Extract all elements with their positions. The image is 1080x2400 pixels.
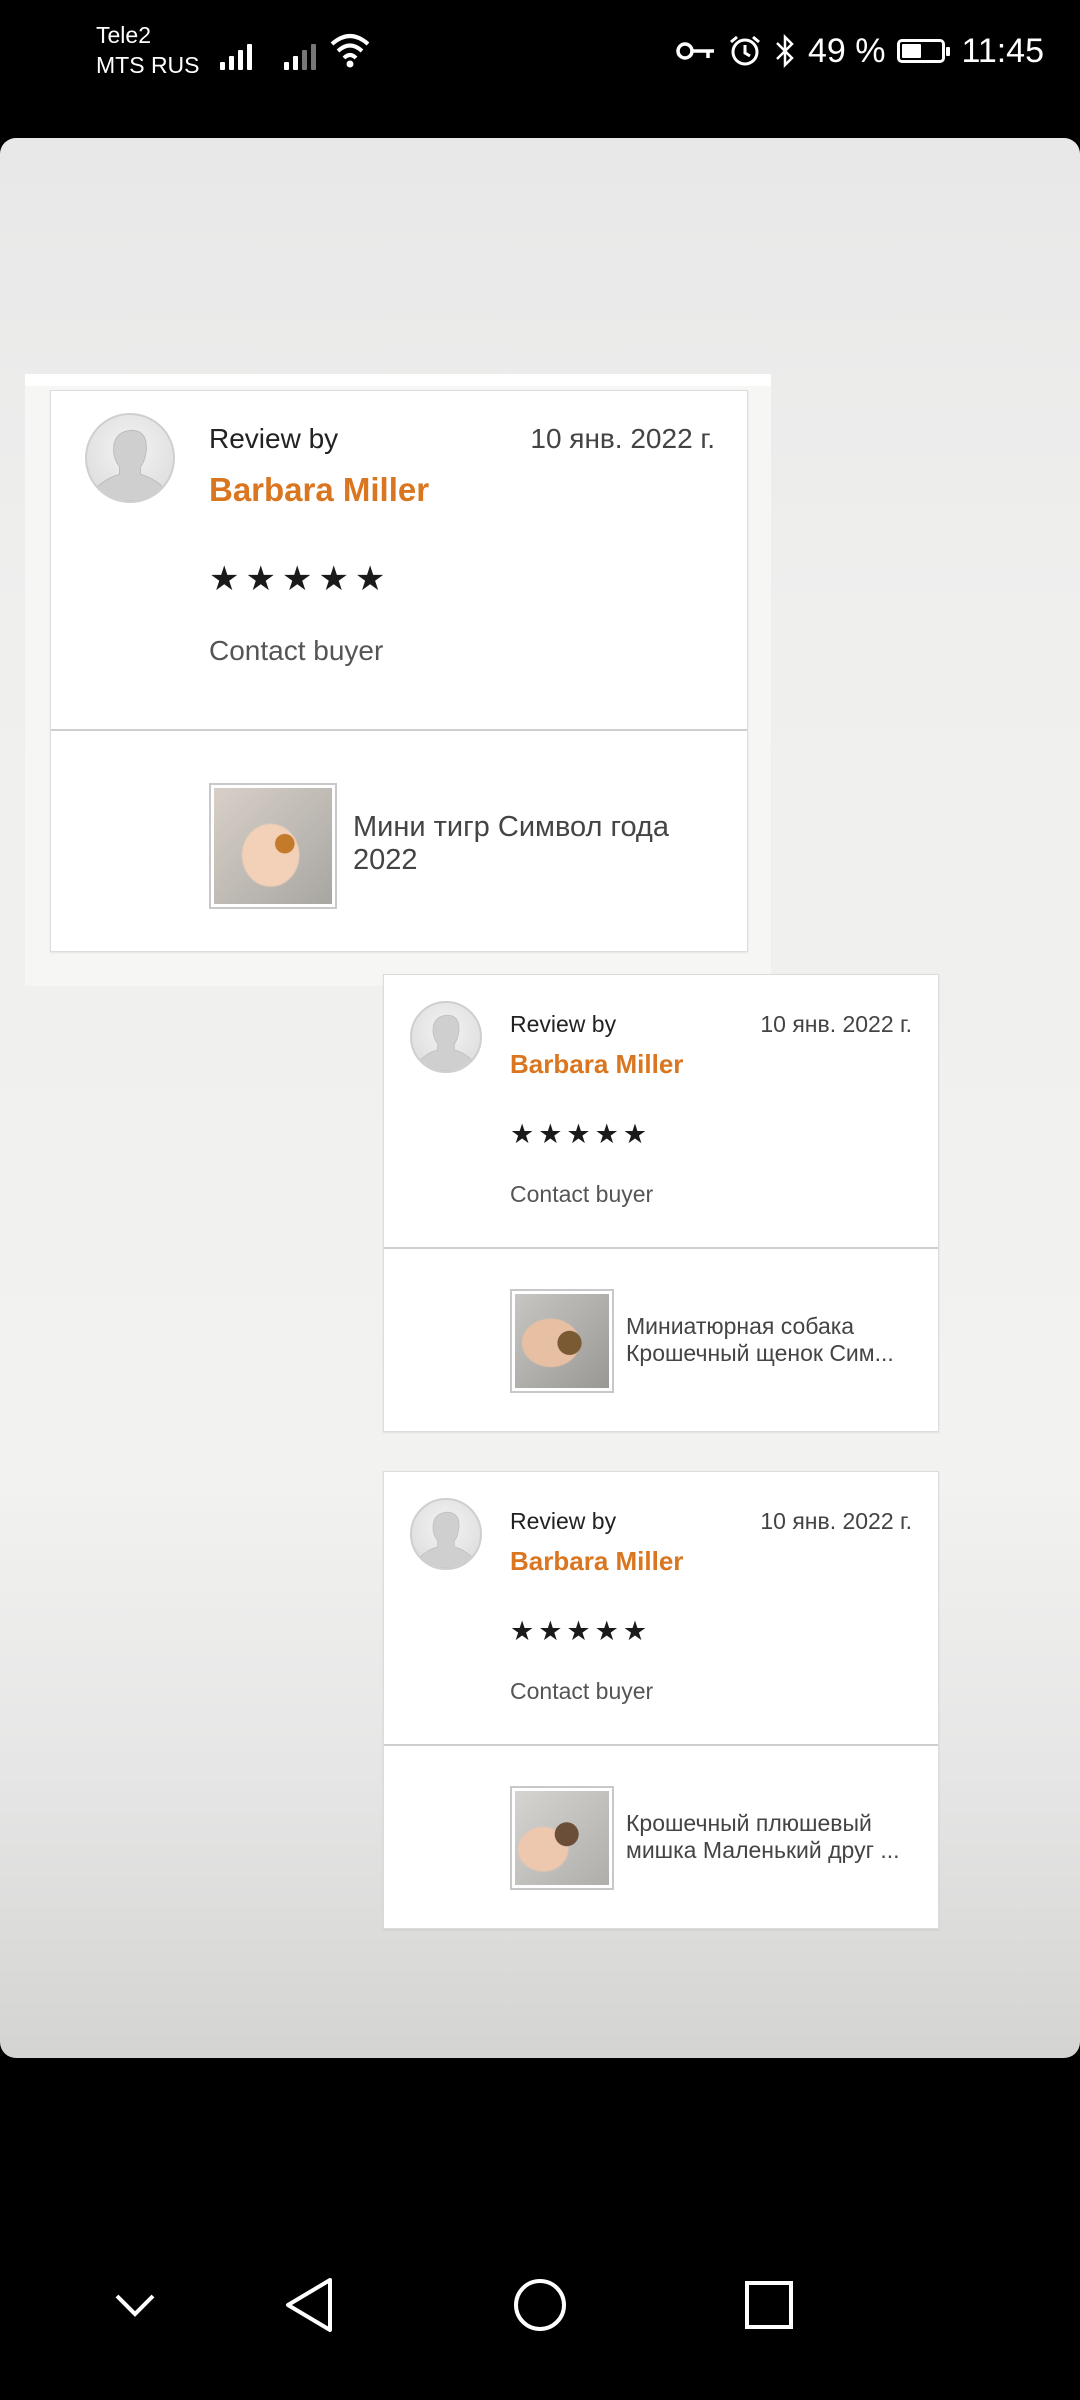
user-silhouette-icon xyxy=(419,1511,473,1568)
tiger-toy-image xyxy=(214,788,332,904)
contact-buyer-link[interactable]: Contact buyer xyxy=(510,1678,653,1705)
product-title-line-1: Крошечный плюшевый xyxy=(626,1810,872,1836)
product-thumbnail[interactable] xyxy=(209,783,337,909)
divider xyxy=(51,729,747,731)
avatar[interactable] xyxy=(410,1001,482,1073)
star-rating: ★★★★★ xyxy=(209,560,392,598)
review-card: Review by 10 янв. 2022 г. Barbara Miller… xyxy=(50,390,748,952)
carrier-labels: Tele2 MTS RUS xyxy=(96,20,200,80)
dog-toy-image xyxy=(515,1294,609,1388)
alarm-icon xyxy=(729,35,760,66)
navigation-bar xyxy=(0,2240,1080,2400)
reviewer-name-link[interactable]: Barbara Miller xyxy=(209,471,429,509)
product-thumbnail[interactable] xyxy=(510,1289,614,1393)
background-strip-top xyxy=(25,374,771,386)
avatar[interactable] xyxy=(410,1498,482,1570)
product-title-link[interactable]: Мини тигр Символ года 2022 xyxy=(353,811,713,877)
review-by-label: Review by xyxy=(510,1011,617,1037)
user-silhouette-icon xyxy=(96,429,164,501)
carrier-2: MTS RUS xyxy=(96,52,200,78)
screen-panel: Review by 10 янв. 2022 г. Barbara Miller… xyxy=(0,138,1080,2058)
star-rating: ★★★★★ xyxy=(510,1616,652,1646)
bluetooth-icon xyxy=(776,34,794,68)
product-title-line-2: мишка Маленький друг ... xyxy=(626,1837,900,1863)
wifi-icon xyxy=(330,34,370,68)
review-date: 10 янв. 2022 г. xyxy=(530,423,715,454)
review-date: 10 янв. 2022 г. xyxy=(760,1011,912,1037)
product-title-line-1: Миниатюрная собака xyxy=(626,1313,855,1339)
status-bar: Tele2 MTS RUS 49 % 11:45 xyxy=(0,0,1080,120)
review-card: Review by 10 янв. 2022 г. Barbara Miller… xyxy=(383,974,939,1432)
divider xyxy=(384,1247,938,1249)
review-date: 10 янв. 2022 г. xyxy=(760,1508,912,1534)
signal-icon xyxy=(220,36,260,70)
contact-buyer-link[interactable]: Contact buyer xyxy=(510,1181,653,1208)
avatar[interactable] xyxy=(85,413,175,503)
signal-icon xyxy=(284,36,324,70)
home-icon[interactable] xyxy=(505,2270,575,2340)
battery-icon xyxy=(897,39,951,63)
product-title-line-2: Крошечный щенок Сим... xyxy=(626,1340,894,1366)
review-card: Review by 10 янв. 2022 г. Barbara Miller… xyxy=(383,1471,939,1929)
carrier-1: Tele2 xyxy=(96,22,151,48)
reviewer-name-link[interactable]: Barbara Miller xyxy=(510,1546,683,1577)
review-by-label: Review by xyxy=(510,1508,617,1534)
product-title-link[interactable]: Миниатюрная собака Крошечный щенок Сим..… xyxy=(626,1313,916,1367)
status-right: 49 % 11:45 xyxy=(676,26,1044,76)
product-title-link[interactable]: Крошечный плюшевый мишка Маленький друг … xyxy=(626,1810,916,1864)
product-thumbnail[interactable] xyxy=(510,1786,614,1890)
star-rating: ★★★★★ xyxy=(510,1119,652,1149)
user-silhouette-icon xyxy=(419,1014,473,1071)
bear-toy-image xyxy=(515,1791,609,1885)
chevron-down-icon[interactable] xyxy=(100,2270,170,2340)
recents-icon[interactable] xyxy=(734,2270,804,2340)
review-by-label: Review by xyxy=(209,423,339,454)
clock: 11:45 xyxy=(961,31,1044,70)
key-icon xyxy=(676,42,714,60)
back-icon[interactable] xyxy=(274,2270,344,2340)
contact-buyer-link[interactable]: Contact buyer xyxy=(209,635,383,667)
reviewer-name-link[interactable]: Barbara Miller xyxy=(510,1049,683,1080)
divider xyxy=(384,1744,938,1746)
battery-percent: 49 % xyxy=(807,31,886,70)
